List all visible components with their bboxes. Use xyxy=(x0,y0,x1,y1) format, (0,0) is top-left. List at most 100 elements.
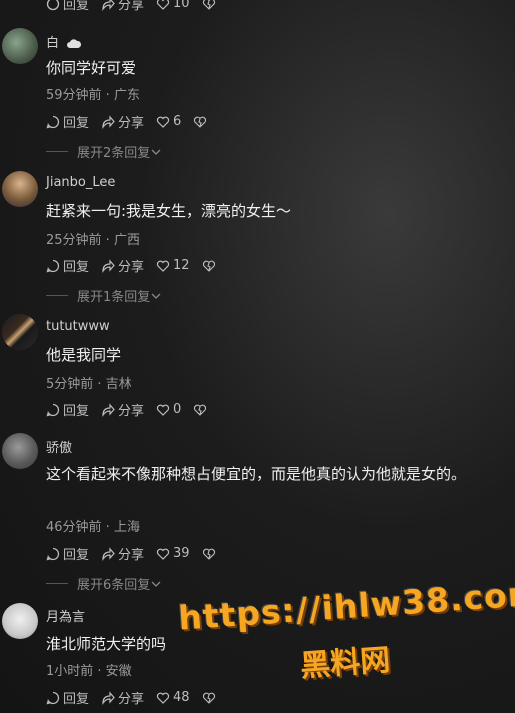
share-button[interactable]: 分享 xyxy=(101,0,144,13)
comment-actions: 回复 分享 39 xyxy=(46,544,231,563)
username[interactable]: Jianbo_Lee xyxy=(46,175,115,190)
share-button[interactable]: 分享 xyxy=(101,256,144,275)
share-icon xyxy=(102,114,115,129)
dislike-button[interactable] xyxy=(202,259,219,273)
divider xyxy=(46,151,68,152)
share-icon xyxy=(102,690,115,705)
like-count: 12 xyxy=(173,258,190,273)
share-icon xyxy=(102,402,115,417)
chevron-down-icon xyxy=(151,581,161,587)
username[interactable]: 白 xyxy=(46,32,82,51)
avatar[interactable] xyxy=(2,314,38,350)
broken-heart-icon xyxy=(194,404,207,416)
reply-button[interactable]: 回复 xyxy=(46,688,89,707)
comment-actions: 回复 分享 6 xyxy=(46,112,222,131)
comment-text: 这个看起来不像那种想占便宜的，而是他真的认为他就是女的。 xyxy=(46,465,467,483)
avatar[interactable] xyxy=(2,603,38,639)
heart-icon xyxy=(156,548,170,560)
dislike-button[interactable] xyxy=(202,691,219,705)
like-button[interactable]: 0 xyxy=(156,402,181,417)
heart-icon xyxy=(156,260,170,272)
comment-actions: 回复 分享 12 xyxy=(46,256,231,275)
dislike-button[interactable] xyxy=(202,547,219,561)
username[interactable]: tututwww xyxy=(46,319,110,334)
comment-icon xyxy=(46,403,60,416)
comment-meta: 25分钟前 · 广西 xyxy=(46,233,140,248)
comment-meta: 46分钟前 · 上海 xyxy=(46,520,140,535)
like-button[interactable]: 6 xyxy=(156,114,181,129)
reply-label: 回复 xyxy=(63,692,90,707)
share-button[interactable]: 分享 xyxy=(101,400,144,419)
share-icon xyxy=(102,258,115,273)
reply-button[interactable]: 回复 xyxy=(46,256,89,275)
like-button[interactable]: 39 xyxy=(156,546,190,561)
expand-label: 展开6条回复 xyxy=(77,578,151,593)
like-count: 0 xyxy=(173,402,182,417)
cloud-icon xyxy=(67,39,82,48)
top-partial-actions: 回复 分享 10 xyxy=(46,0,231,13)
share-button[interactable]: 分享 xyxy=(101,544,144,563)
share-button[interactable]: 分享 xyxy=(101,112,144,131)
like-button[interactable]: 12 xyxy=(156,258,190,273)
avatar[interactable] xyxy=(2,28,38,64)
chevron-down-icon xyxy=(151,293,161,299)
like-count: 39 xyxy=(173,546,190,561)
comment-icon xyxy=(46,0,60,10)
like-count: 6 xyxy=(173,114,182,129)
comment-text: 他是我同学 xyxy=(46,346,122,364)
avatar[interactable] xyxy=(2,171,38,207)
comment-text: 你同学好可爱 xyxy=(46,59,137,77)
comment-icon xyxy=(46,259,60,272)
share-icon xyxy=(102,546,115,561)
heart-icon xyxy=(156,0,170,10)
comment-actions: 回复 分享 48 xyxy=(46,688,231,707)
heart-icon xyxy=(156,116,170,128)
share-icon xyxy=(102,0,115,11)
broken-heart-icon xyxy=(194,116,207,128)
share-label: 分享 xyxy=(118,116,145,131)
like-count: 48 xyxy=(173,690,190,705)
comment-meta: 5分钟前 · 吉林 xyxy=(46,377,132,392)
dislike-button[interactable] xyxy=(202,0,219,11)
reply-button[interactable]: 回复 xyxy=(46,400,89,419)
broken-heart-icon xyxy=(202,548,215,560)
avatar[interactable] xyxy=(2,433,38,469)
username[interactable]: 骄傲 xyxy=(46,437,72,456)
username-text: 白 xyxy=(46,36,60,51)
reply-button[interactable]: 回复 xyxy=(46,544,89,563)
share-button[interactable]: 分享 xyxy=(101,688,144,707)
username[interactable]: 月為言 xyxy=(46,606,85,625)
comment-icon xyxy=(46,691,60,704)
comment-meta: 59分钟前 · 广东 xyxy=(46,88,140,103)
dislike-button[interactable] xyxy=(193,115,210,129)
reply-label: 回复 xyxy=(63,260,90,275)
broken-heart-icon xyxy=(202,0,215,10)
like-button[interactable]: 48 xyxy=(156,690,190,705)
username-text: 月為言 xyxy=(46,610,86,625)
reply-label: 回复 xyxy=(63,548,90,563)
expand-replies[interactable]: 展开6条回复 xyxy=(46,574,162,593)
reply-label: 回复 xyxy=(63,116,90,131)
reply-label: 回复 xyxy=(63,404,90,419)
comment-icon xyxy=(46,115,60,128)
expand-replies[interactable]: 展开2条回复 xyxy=(46,142,162,161)
like-button[interactable]: 10 xyxy=(156,0,190,11)
username-text: Jianbo_Lee xyxy=(46,175,116,190)
share-label: 分享 xyxy=(118,548,145,563)
username-text: tututwww xyxy=(46,319,110,334)
reply-button[interactable]: 回复 xyxy=(46,0,89,13)
chevron-down-icon xyxy=(151,149,161,155)
watermark-url: https://ihlw38.com xyxy=(177,573,515,638)
divider xyxy=(46,295,68,296)
broken-heart-icon xyxy=(202,692,215,704)
expand-replies[interactable]: 展开1条回复 xyxy=(46,286,162,305)
broken-heart-icon xyxy=(202,260,215,272)
comment-actions: 回复 分享 0 xyxy=(46,400,222,419)
share-label: 分享 xyxy=(118,260,145,275)
share-label: 分享 xyxy=(118,404,145,419)
expand-label: 展开2条回复 xyxy=(77,146,151,161)
reply-button[interactable]: 回复 xyxy=(46,112,89,131)
dislike-button[interactable] xyxy=(193,403,210,417)
comment-text: 淮北师范大学的吗 xyxy=(46,635,167,653)
heart-icon xyxy=(156,692,170,704)
